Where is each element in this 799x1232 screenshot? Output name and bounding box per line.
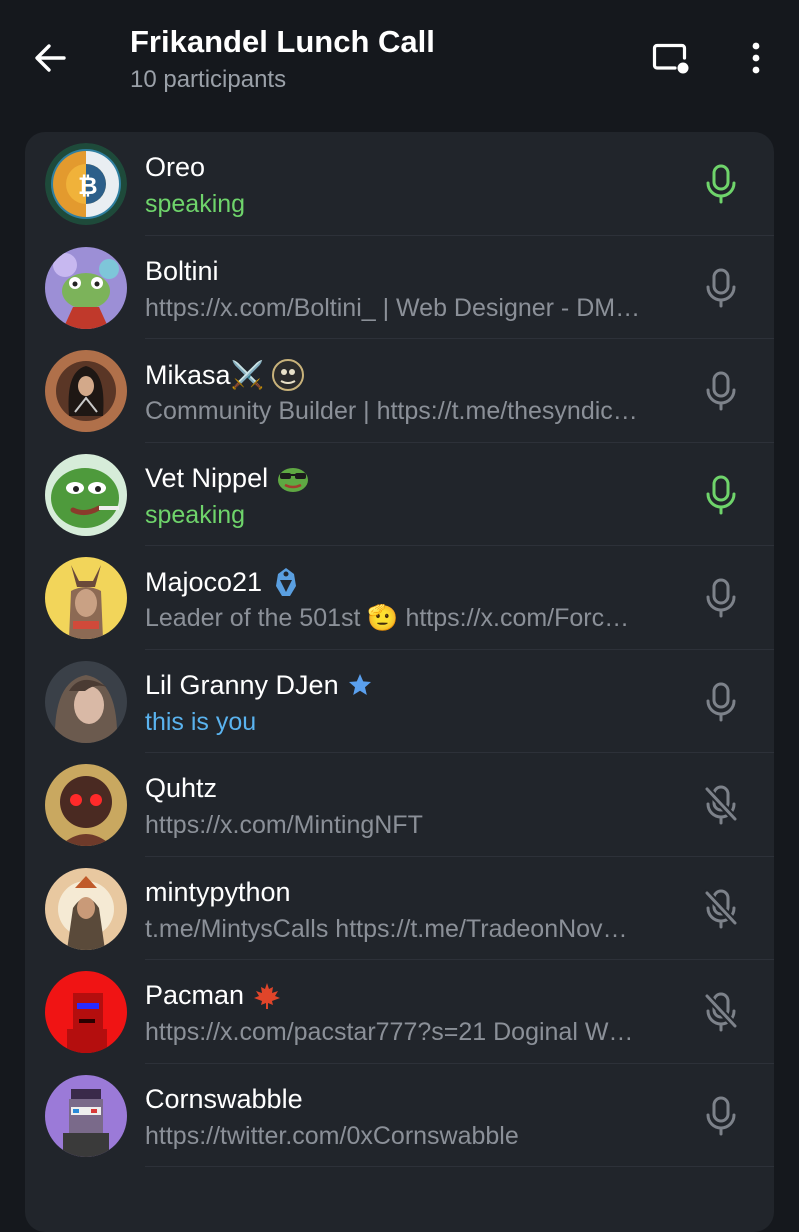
- microphone-icon: [706, 578, 736, 618]
- participant-status: https://x.com/MintingNFT: [145, 811, 423, 839]
- mic-button[interactable]: [699, 680, 743, 724]
- participant-status: t.me/MintysCalls https://t.me/TradeonNov…: [145, 914, 628, 943]
- participant-name-line: Oreo: [145, 152, 205, 183]
- more-options-button[interactable]: [736, 38, 776, 78]
- participant-name-line: Lil Granny DJen: [145, 670, 373, 701]
- participant-name-line: Boltini: [145, 256, 219, 287]
- avatar: [45, 971, 127, 1053]
- participant-name-line: Pacman: [145, 980, 282, 1011]
- participant-status: speaking: [145, 500, 246, 529]
- participant-name-line: mintypython: [145, 877, 291, 908]
- participant-name: Oreo: [145, 152, 206, 182]
- participant-name: Cornswabble: [145, 1083, 303, 1114]
- participant-name: Quhtz: [145, 773, 218, 803]
- participant-row[interactable]: Lil Granny DJen this is you: [25, 650, 774, 753]
- maple-leaf-emoji: [252, 981, 282, 1011]
- participant-status: Community Builder | https://t.me/thesynd…: [145, 397, 638, 425]
- participant-name: Pacman: [145, 980, 245, 1010]
- participant-row[interactable]: mintypython t.me/MintysCalls https://t.m…: [25, 857, 774, 960]
- participant-status: this is you: [145, 707, 257, 736]
- participant-name: Majoco21: [145, 566, 263, 597]
- mic-button[interactable]: [699, 887, 743, 931]
- arrow-left-icon: [35, 44, 66, 72]
- participant-row[interactable]: Mikasa⚔️ Community Builder | https://t.m…: [25, 339, 774, 443]
- participant-row[interactable]: Boltini https://x.com/Boltini_ | Web Des…: [25, 236, 774, 339]
- participant-row[interactable]: ₿ Oreo speaking: [25, 132, 774, 236]
- avatar: [45, 660, 127, 743]
- avatar: [45, 557, 127, 639]
- avatar: [45, 453, 127, 536]
- mic-button[interactable]: [699, 1094, 743, 1138]
- participant-row[interactable]: Majoco21 Leader of the 501st 🫡 https://x…: [25, 546, 774, 650]
- participant-name-line: Majoco21: [145, 566, 302, 598]
- avatar: [45, 867, 127, 950]
- mic-button[interactable]: [699, 576, 743, 620]
- participant-row[interactable]: Quhtz https://x.com/MintingNFT: [25, 753, 774, 857]
- avatar: [45, 1074, 127, 1157]
- microphone-muted-icon: [703, 992, 739, 1032]
- participant-row[interactable]: Pacman https://x.com/pacstar777?s=21 Dog…: [25, 960, 774, 1064]
- participant-row[interactable]: Cornswabble https://twitter.com/0xCornsw…: [25, 1064, 774, 1167]
- participant-name-line: Cornswabble: [145, 1084, 303, 1115]
- participant-row[interactable]: Vet Nippel speaking: [25, 443, 774, 546]
- microphone-icon: [706, 371, 736, 411]
- participant-name-line: Mikasa⚔️: [145, 359, 305, 391]
- avatar: [45, 764, 127, 846]
- microphone-muted-icon: [703, 889, 739, 928]
- participant-status: https://x.com/pacstar777?s=21 Doginal W…: [145, 1018, 634, 1046]
- participant-name: Vet Nippel: [145, 462, 269, 493]
- participant-status: https://twitter.com/0xCornswabble: [145, 1121, 519, 1150]
- call-title: Frikandel Lunch Call: [130, 24, 435, 59]
- participant-status: https://x.com/Boltini_ | Web Designer - …: [145, 293, 641, 322]
- participant-name-line: Quhtz: [145, 773, 217, 804]
- avatar: [45, 350, 127, 432]
- pepe-sunglasses-emoji: [276, 463, 310, 493]
- participant-name: mintypython: [145, 876, 291, 907]
- participant-name-line: Vet Nippel: [145, 463, 310, 494]
- mic-button[interactable]: [699, 162, 743, 206]
- custom-emoji-badge: [272, 359, 305, 391]
- svg-text:₿: ₿: [78, 172, 98, 200]
- participant-name: Mikasa⚔️: [145, 360, 265, 390]
- star-badge: [347, 672, 373, 698]
- participant-name: Boltini: [145, 255, 219, 286]
- mic-button[interactable]: [699, 990, 743, 1034]
- microphone-icon: [706, 164, 736, 204]
- mic-button[interactable]: [699, 783, 743, 827]
- avatar: [45, 246, 127, 329]
- microphone-icon: [706, 682, 736, 721]
- participant-name: Lil Granny DJen: [145, 669, 339, 700]
- participants-count: 10 participants: [130, 66, 287, 93]
- screen-share-icon: [652, 43, 689, 74]
- microphone-icon: [706, 475, 736, 514]
- row-divider: [145, 1166, 774, 1167]
- mandalorian-emblem-badge: [270, 566, 302, 598]
- microphone-muted-icon: [703, 785, 739, 825]
- mic-button[interactable]: [699, 369, 743, 413]
- mic-button[interactable]: [699, 266, 743, 310]
- avatar: ₿: [45, 143, 127, 225]
- top-bar: Frikandel Lunch Call 10 participants: [0, 0, 799, 120]
- participant-status: speaking: [145, 190, 246, 218]
- back-button[interactable]: [30, 38, 70, 78]
- microphone-icon: [706, 1096, 736, 1135]
- screen-share-button[interactable]: [648, 38, 694, 78]
- participants-list: ₿ Oreo speaking Boltini https://x.com/Bo…: [25, 132, 774, 1232]
- mic-button[interactable]: [699, 473, 743, 517]
- more-vertical-icon: [752, 42, 760, 74]
- participant-status: Leader of the 501st 🫡 https://x.com/Forc…: [145, 604, 630, 632]
- microphone-icon: [706, 268, 736, 307]
